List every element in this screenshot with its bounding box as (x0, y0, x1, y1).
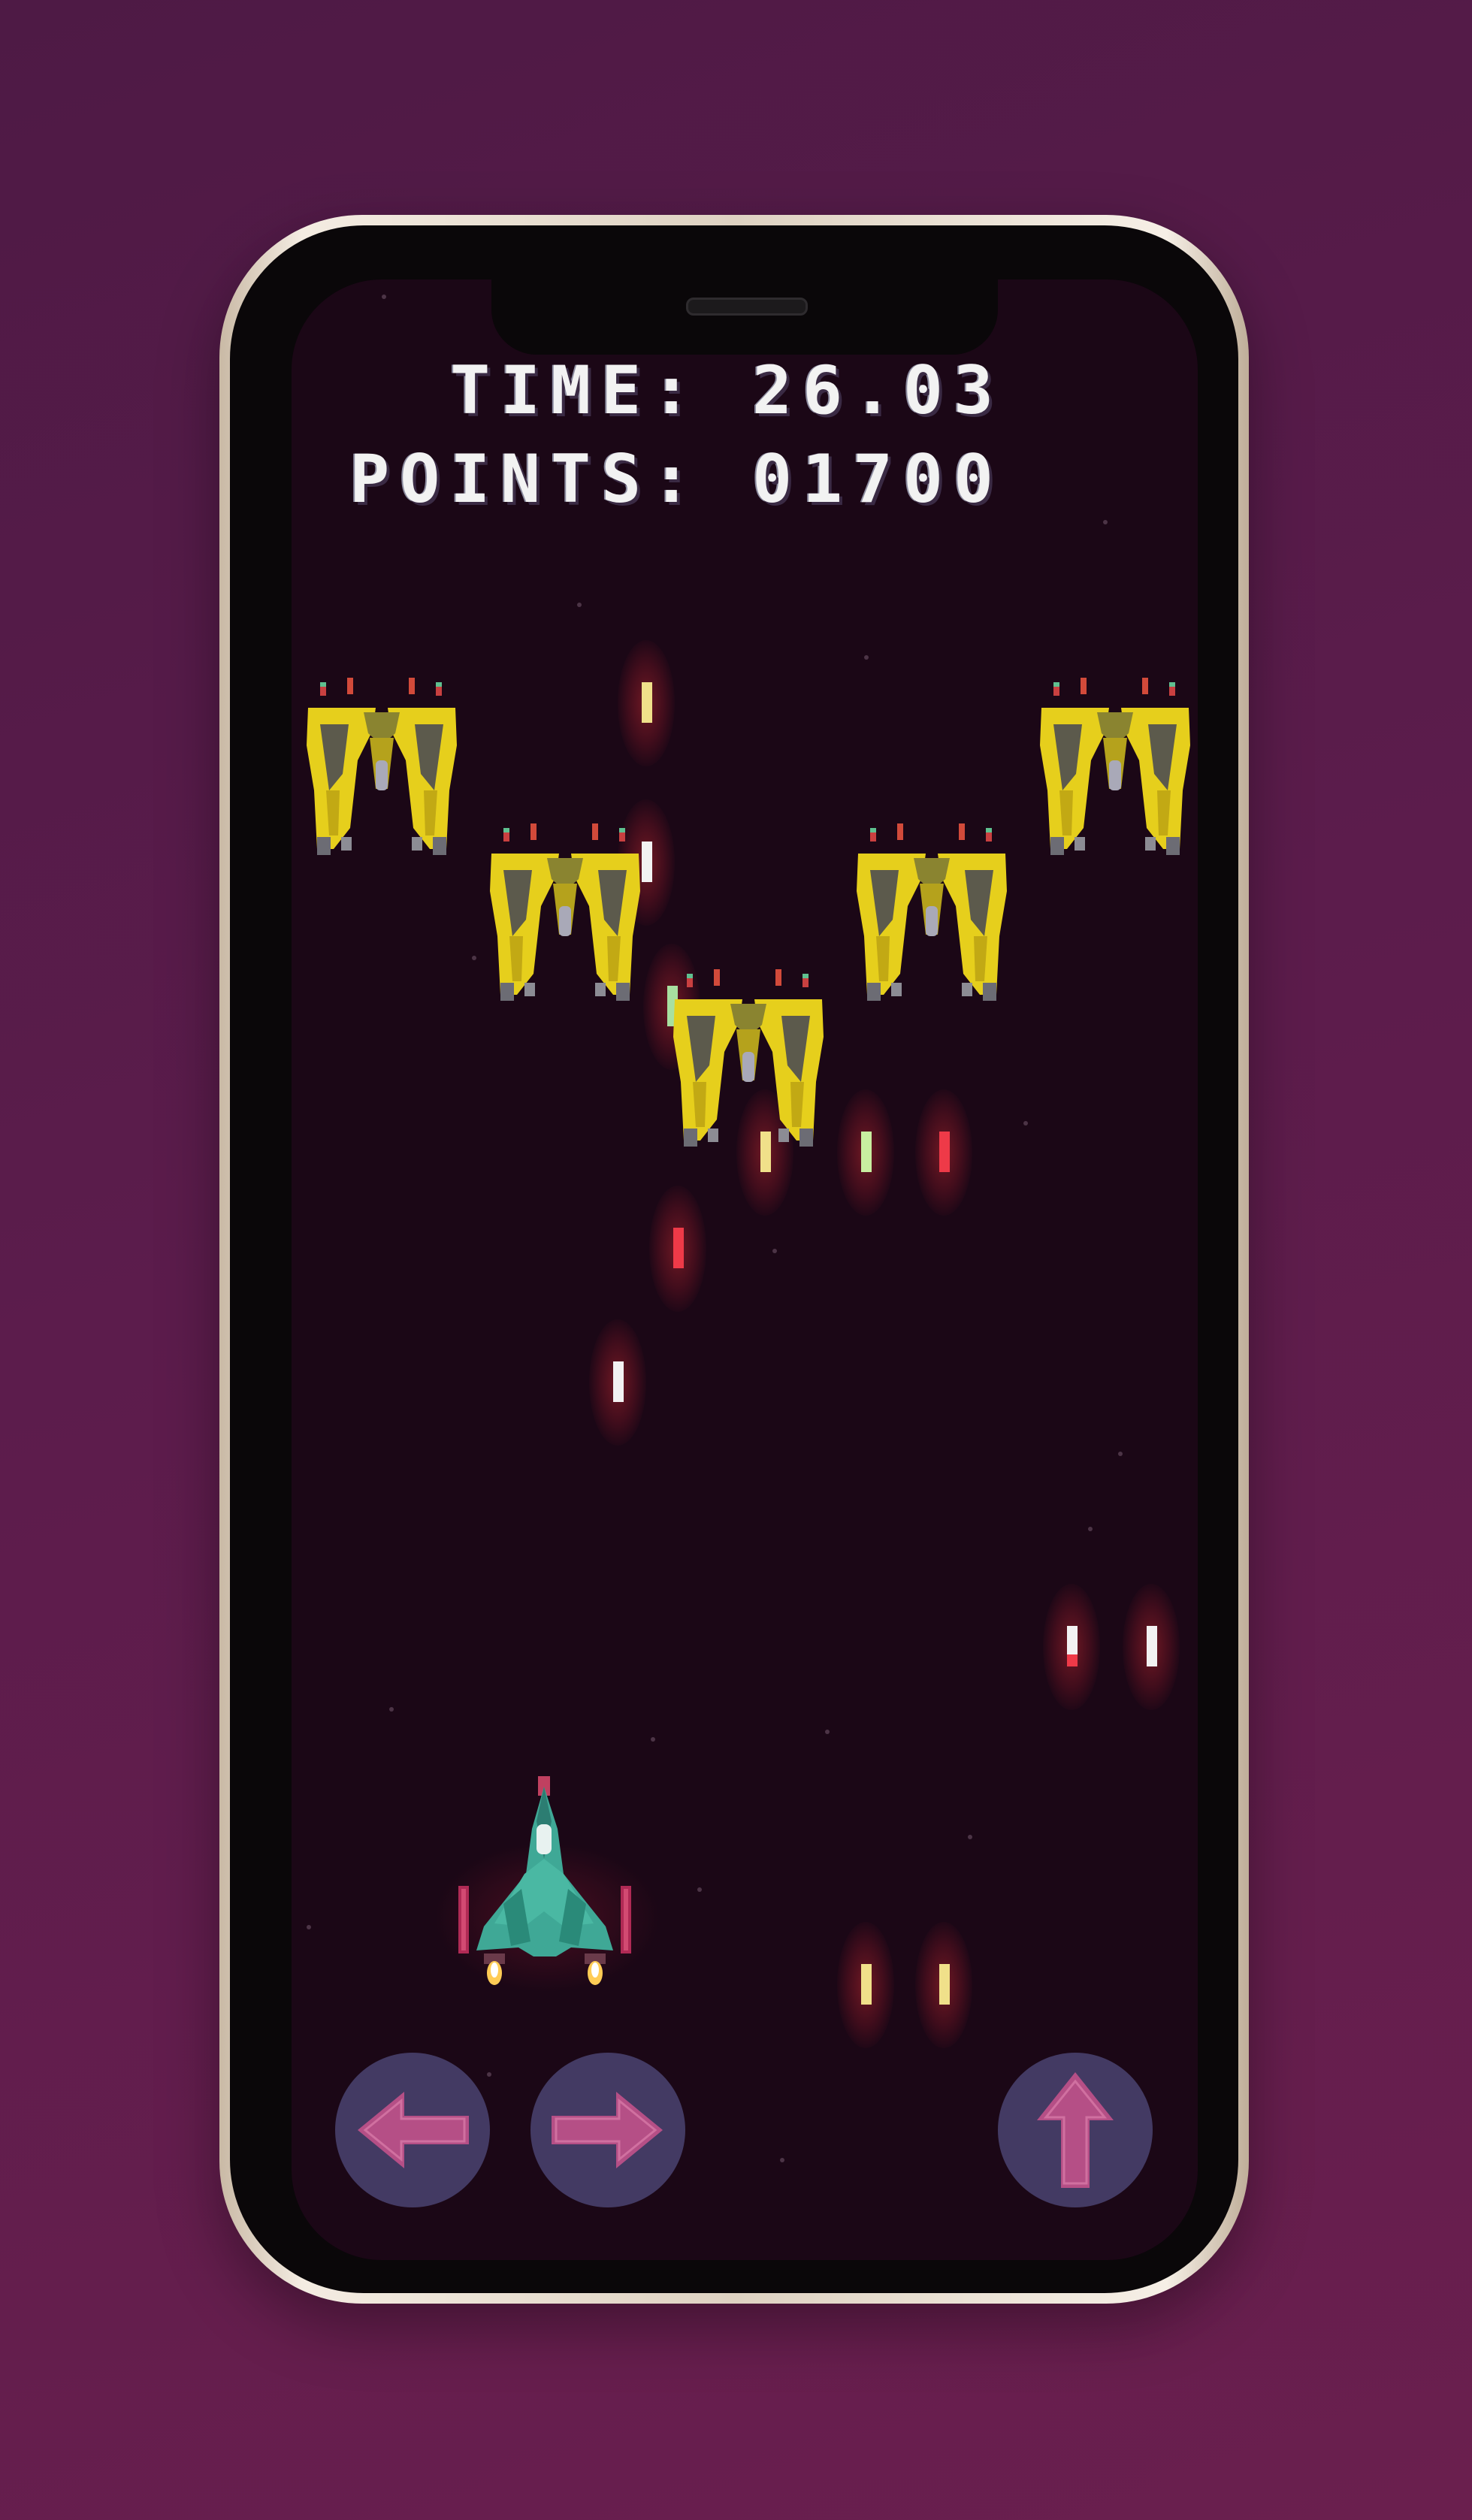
enemy-ship (307, 678, 457, 855)
arrow-right-icon (552, 2092, 663, 2168)
star (1118, 1452, 1123, 1456)
player-bullet (837, 1922, 894, 2048)
arrow-left-icon (358, 2092, 469, 2168)
star (1023, 1121, 1028, 1126)
points-label: POINTS: (349, 440, 703, 518)
star (307, 1925, 311, 1929)
phone-frame: TIME: 26.03 POINTS: 01700 (219, 215, 1249, 2304)
star (1103, 520, 1108, 524)
star (577, 603, 582, 607)
enemy-ship (490, 823, 640, 1001)
camera-notch (491, 279, 998, 355)
enemy-bullet (1043, 1584, 1100, 1710)
phone-bezel: TIME: 26.03 POINTS: 01700 (230, 225, 1238, 2293)
star (968, 1835, 972, 1839)
star (651, 1737, 655, 1742)
time-display: TIME: 26.03 (450, 352, 1004, 429)
time-label: TIME: (450, 352, 703, 429)
enemy-ship (1040, 678, 1190, 855)
star (382, 295, 386, 299)
fire-button[interactable] (998, 2053, 1153, 2207)
star (825, 1730, 830, 1734)
arrow-up-icon (1037, 2072, 1114, 2188)
enemy-bullet (618, 640, 675, 766)
game-screen[interactable]: TIME: 26.03 POINTS: 01700 (292, 279, 1198, 2260)
enemy-bullet (1123, 1584, 1180, 1710)
star (772, 1249, 777, 1253)
enemy-bullet (589, 1319, 646, 1446)
star (864, 655, 869, 660)
star (1088, 1527, 1093, 1531)
points-display: POINTS: 01700 (349, 440, 1004, 518)
enemy-bullet (837, 1089, 894, 1216)
enemy-ship (857, 823, 1007, 1001)
player-ship (458, 1776, 631, 1985)
earpiece-speaker (686, 298, 808, 316)
time-value: 26.03 (752, 352, 1004, 429)
move-left-button[interactable] (335, 2053, 490, 2207)
player-bullet (915, 1922, 972, 2048)
points-value: 01700 (752, 440, 1004, 518)
move-right-button[interactable] (530, 2053, 685, 2207)
enemy-ship (673, 969, 824, 1147)
star (472, 956, 476, 960)
enemy-bullet (649, 1186, 706, 1312)
star (780, 2158, 784, 2162)
star (389, 1707, 394, 1712)
star (697, 1887, 702, 1892)
enemy-bullet (915, 1089, 972, 1216)
